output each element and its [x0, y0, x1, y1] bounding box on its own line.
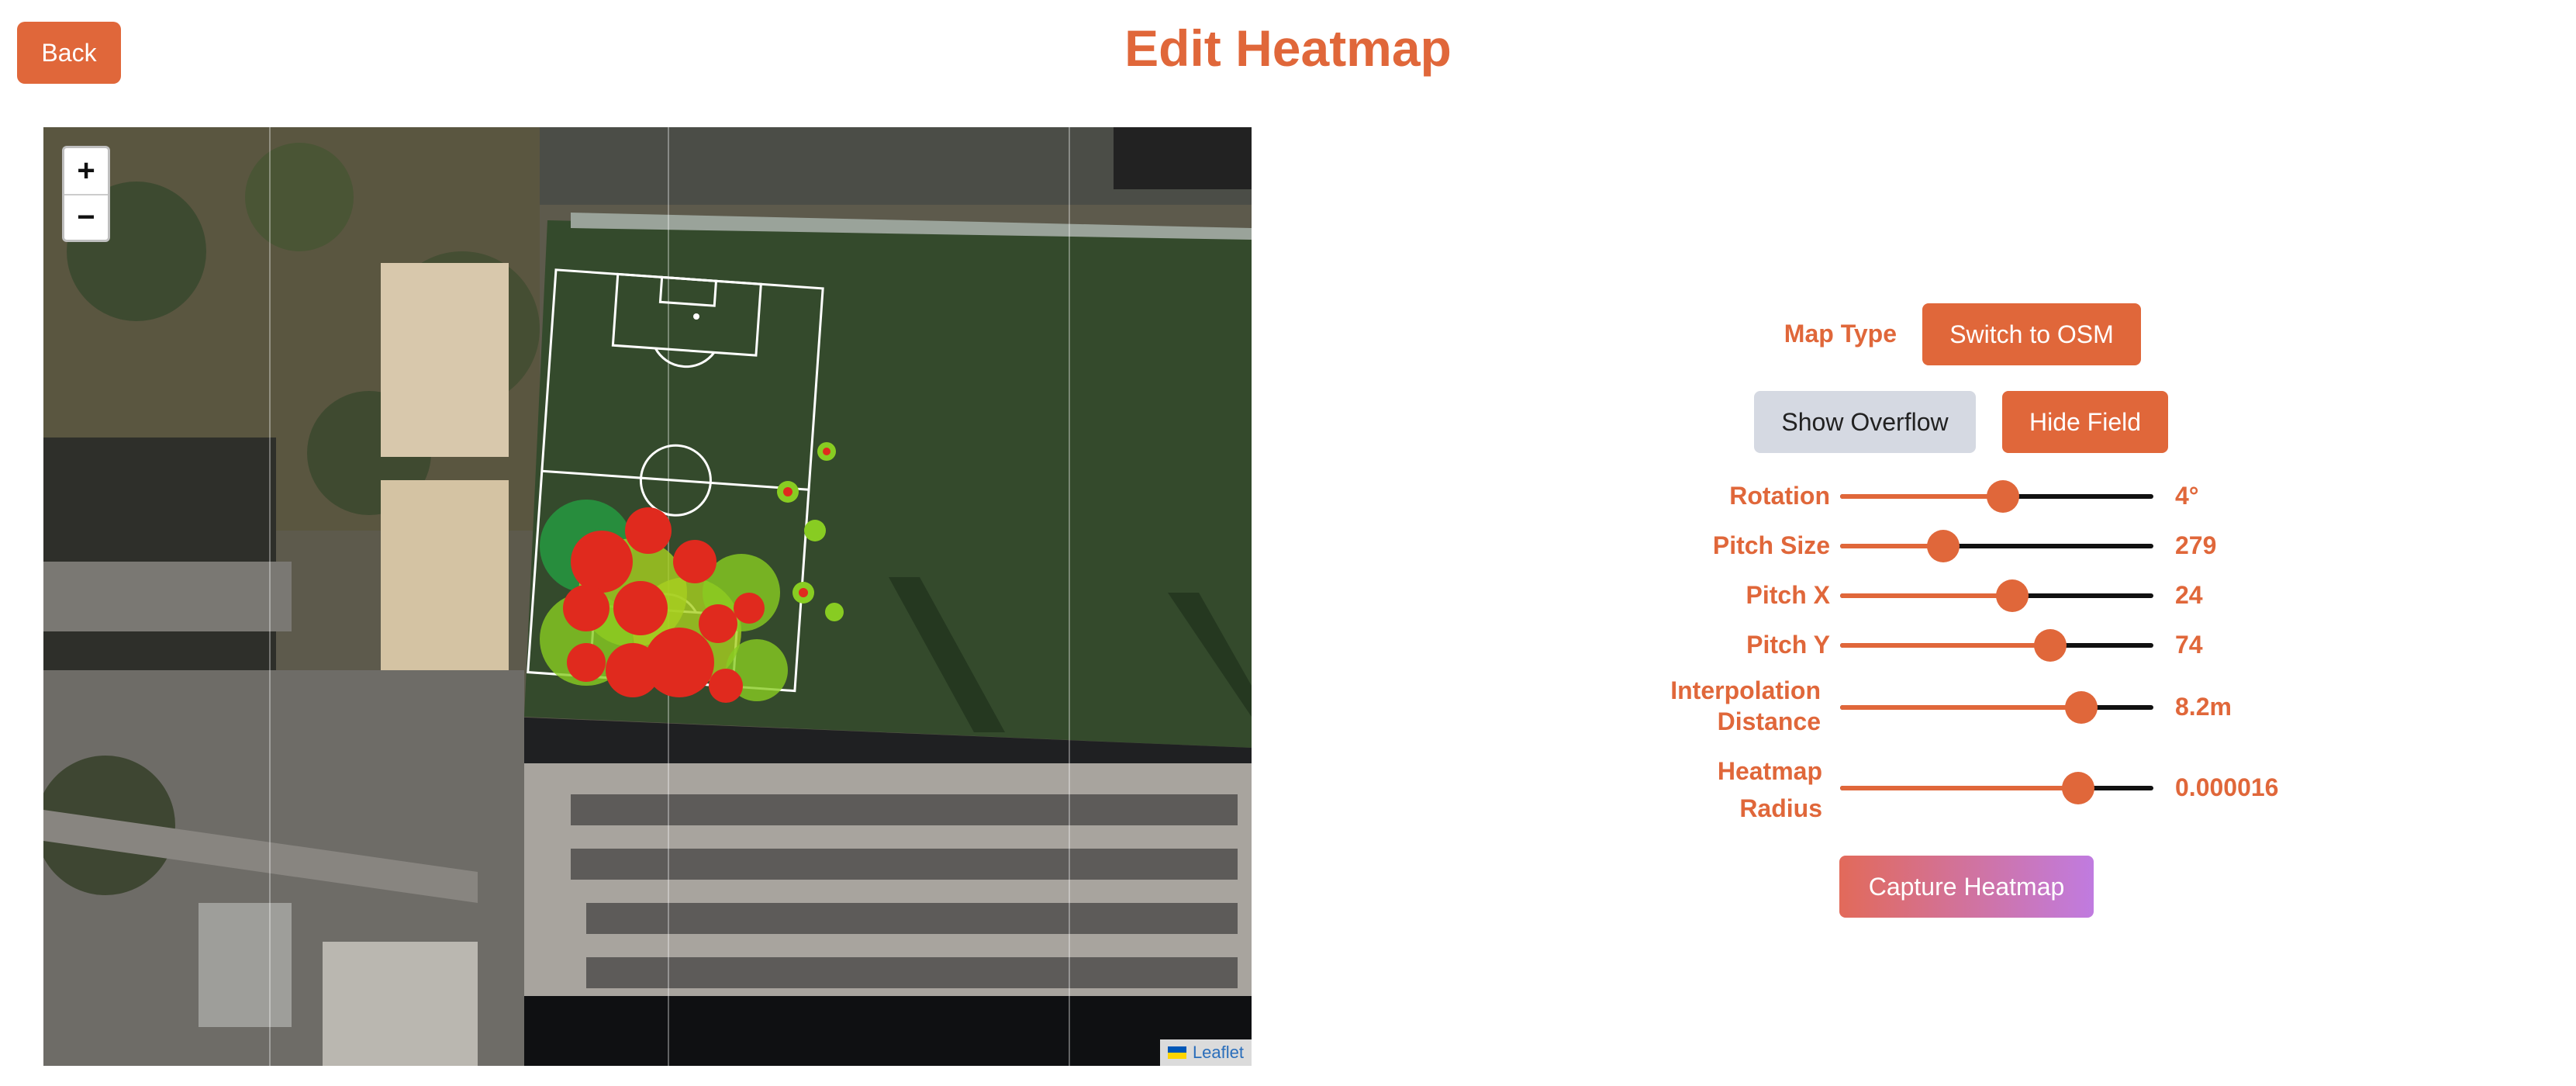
pitch-y-slider[interactable] — [1840, 629, 2153, 662]
map-type-label: Map Type — [1784, 320, 1897, 348]
zoom-control: + − — [62, 146, 110, 242]
slider-thumb[interactable] — [1996, 579, 2029, 612]
heatmap-radius-label: Heatmap Radius — [1717, 757, 1822, 822]
show-overflow-button[interactable]: Show Overflow — [1754, 391, 1976, 453]
page-title: Edit Heatmap — [1124, 19, 1452, 77]
capture-heatmap-button[interactable]: Capture Heatmap — [1839, 856, 2094, 918]
pitch-y-value: 74 — [2175, 631, 2203, 659]
rotation-label: Rotation — [1729, 482, 1830, 510]
slider-thumb[interactable] — [1927, 530, 1960, 562]
pitch-x-slider[interactable] — [1840, 579, 2153, 612]
slider-thumb[interactable] — [2062, 772, 2095, 804]
pitch-size-label: Pitch Size — [1712, 531, 1830, 559]
zoom-out-button[interactable]: − — [64, 194, 108, 240]
map-view[interactable]: + − Leaflet — [43, 127, 1252, 1066]
slider-thumb[interactable] — [2065, 691, 2098, 724]
map-attribution[interactable]: Leaflet — [1159, 1039, 1252, 1066]
interpolation-distance-slider[interactable] — [1840, 691, 2153, 724]
rotation-slider[interactable] — [1840, 480, 2153, 513]
satellite-imagery — [43, 127, 1252, 1066]
interpolation-distance-label: Interpolation Distance — [1670, 676, 1821, 735]
switch-to-osm-button[interactable]: Switch to OSM — [1922, 303, 2141, 365]
pitch-y-label: Pitch Y — [1746, 631, 1830, 659]
pitch-x-label: Pitch X — [1746, 581, 1830, 609]
attribution-link[interactable]: Leaflet — [1193, 1043, 1244, 1063]
interpolation-distance-value: 8.2m — [2175, 693, 2232, 721]
ukraine-flag-icon — [1167, 1046, 1186, 1059]
pitch-size-value: 279 — [2175, 531, 2217, 559]
heatmap-radius-slider[interactable] — [1840, 772, 2153, 804]
slider-thumb[interactable] — [1987, 480, 2020, 513]
hide-field-button[interactable]: Hide Field — [2002, 391, 2168, 453]
slider-thumb[interactable] — [2033, 629, 2067, 662]
zoom-in-button[interactable]: + — [64, 148, 108, 194]
rotation-value: 4° — [2175, 482, 2199, 510]
heatmap-radius-value: 0.000016 — [2175, 773, 2279, 801]
pitch-x-value: 24 — [2175, 581, 2203, 609]
pitch-size-slider[interactable] — [1840, 530, 2153, 562]
